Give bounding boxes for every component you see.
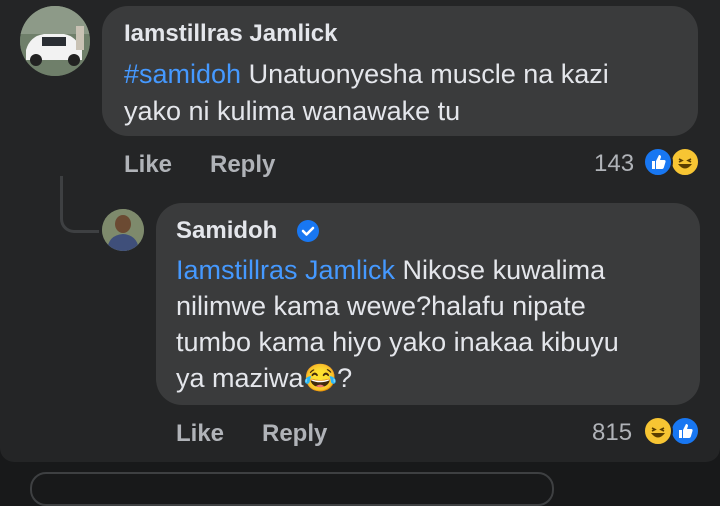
haha-icon[interactable] <box>670 147 700 177</box>
comment-text-line1: Unatuonyesha muscle na kazi <box>241 59 609 89</box>
comment-like-button[interactable]: Like <box>124 151 172 179</box>
commenter-avatar[interactable] <box>20 6 90 76</box>
car-photo-icon <box>20 6 90 76</box>
reply-text-line1: Nikose kuwalima <box>395 255 606 285</box>
reply-like-button[interactable]: Like <box>176 420 224 448</box>
comment-text-line2: yako ni kulima wanawake tu <box>124 96 461 126</box>
verified-badge-icon <box>297 220 319 242</box>
comment-author-name[interactable]: Iamstillras Jamlick <box>124 20 337 48</box>
reply-reply-button[interactable]: Reply <box>262 420 327 448</box>
reply-author-name[interactable]: Samidoh <box>176 217 277 245</box>
comments-panel: Iamstillras Jamlick #samidoh Unatuonyesh… <box>0 0 720 462</box>
comment-input-edge[interactable] <box>30 472 554 506</box>
comment-hashtag[interactable]: #samidoh <box>124 59 241 89</box>
reply-mention[interactable]: Iamstillras Jamlick <box>176 255 395 285</box>
reply-text-line3: tumbo kama hiyo yako inakaa kibuyu <box>176 327 619 357</box>
thread-connector <box>60 176 99 233</box>
comment-reaction-count[interactable]: 143 <box>594 150 634 178</box>
reply-text: Iamstillras Jamlick Nikose kuwalima <box>176 252 605 289</box>
like-icon[interactable] <box>670 416 700 446</box>
person-photo-icon <box>102 209 144 251</box>
reply-author-avatar[interactable] <box>102 209 144 251</box>
reply-text-line4: ya maziwa😂? <box>176 363 353 393</box>
comment-reply-button[interactable]: Reply <box>210 151 275 179</box>
reply-reaction-count[interactable]: 815 <box>592 419 632 447</box>
reply-text-line2: nilimwe kama wewe?halafu nipate <box>176 291 586 321</box>
haha-icon[interactable] <box>643 416 673 446</box>
comment-text: #samidoh Unatuonyesha muscle na kazi <box>124 56 609 93</box>
like-icon[interactable] <box>643 147 673 177</box>
